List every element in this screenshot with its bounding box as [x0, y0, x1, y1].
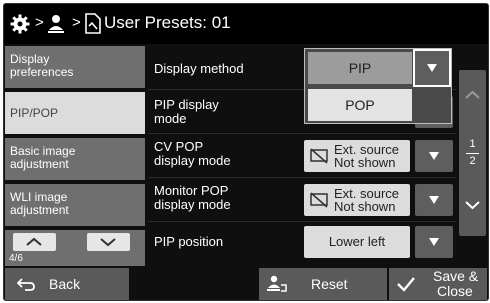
label-line: Monitor POP: [154, 183, 229, 198]
chevron-up-icon: [26, 237, 42, 246]
page-scroller: 1 2: [459, 70, 486, 236]
row-divider: [148, 221, 456, 222]
pip-position-label: PIP position: [154, 234, 224, 249]
monitor-pop-display-mode-arrow-button[interactable]: [415, 184, 453, 216]
sidebar-page-up-button[interactable]: [13, 233, 56, 251]
cv-pop-display-mode-arrow-button[interactable]: [415, 140, 453, 172]
chevron-down-icon: [100, 238, 116, 247]
page-current: 1: [469, 138, 476, 150]
back-arrow-icon: [17, 278, 35, 291]
label-line: mode: [154, 111, 187, 126]
sidebar-page-down-button[interactable]: [87, 233, 130, 251]
value-line: Not shown: [334, 199, 396, 214]
breadcrumb-separator: >: [35, 14, 44, 31]
page-title: User Presets: 01: [104, 13, 231, 32]
chevron-down-icon[interactable]: [463, 198, 482, 212]
footer-bar: Back Reset Save & Close: [4, 268, 488, 300]
reset-button[interactable]: Reset: [259, 268, 387, 300]
page-total: 2: [469, 155, 476, 167]
label-line: display mode: [154, 197, 231, 212]
save-label: Close: [437, 283, 473, 299]
save-and-close-button[interactable]: Save & Close: [389, 268, 487, 300]
cv-pop-display-mode-label: CV POP display mode: [154, 140, 231, 168]
sidebar-item-display-preferences[interactable]: Display preferences: [5, 46, 145, 88]
dropdown-option-pip[interactable]: PIP: [308, 52, 412, 84]
back-label: Back: [49, 276, 81, 292]
back-button[interactable]: Back: [5, 268, 129, 300]
sidebar-pager: 4/6: [5, 230, 145, 266]
sidebar-item-label: preferences: [10, 65, 74, 79]
monitor-pop-display-mode-field[interactable]: Ext. source Not shown: [304, 184, 410, 216]
reset-label: Reset: [311, 276, 348, 292]
breadcrumb-separator: >: [72, 14, 81, 31]
display-method-arrow-button[interactable]: [413, 49, 451, 87]
preset-screen: > > User Presets: 01 Display preferences…: [3, 3, 489, 301]
monitor-off-icon: [310, 192, 328, 208]
checkmark-icon: [397, 277, 415, 292]
sidebar-item-label: adjustment: [10, 203, 69, 217]
sidebar-page-indicator: 4/6: [9, 253, 23, 264]
pip-position-arrow-button[interactable]: [415, 226, 453, 258]
sidebar-item-wli-image-adjustment[interactable]: WLI image adjustment: [5, 184, 145, 226]
sidebar-item-label: adjustment: [10, 157, 69, 171]
monitor-off-icon: [310, 148, 328, 164]
user-reset-icon: [267, 275, 287, 292]
label-line: CV POP: [154, 139, 204, 154]
sidebar-item-label: PIP/POP: [10, 106, 59, 120]
display-method-label: Display method: [154, 61, 244, 76]
gear-icon[interactable]: [10, 14, 30, 34]
cv-pop-display-mode-field[interactable]: Ext. source Not shown: [304, 140, 410, 172]
page-divider: [466, 153, 479, 154]
row-divider: [148, 177, 456, 178]
label-line: PIP display: [154, 97, 219, 112]
display-method-dropdown: PIP POP: [304, 48, 452, 124]
chevron-up-icon[interactable]: [463, 88, 482, 102]
pip-position-field[interactable]: Lower left: [304, 226, 410, 258]
row-divider: [148, 133, 456, 134]
preset-page-icon: [85, 13, 101, 34]
pip-display-mode-label: PIP display mode: [154, 98, 219, 126]
user-icon[interactable]: [48, 14, 66, 34]
dropdown-option-pop[interactable]: POP: [308, 89, 412, 121]
header-bar: > > User Presets: 01: [4, 4, 488, 44]
label-line: display mode: [154, 153, 231, 168]
value-line: Not shown: [334, 155, 396, 170]
monitor-pop-display-mode-label: Monitor POP display mode: [154, 184, 231, 212]
sidebar-item-pip-pop[interactable]: PIP/POP: [5, 92, 145, 134]
sidebar-item-basic-image-adjustment[interactable]: Basic image adjustment: [5, 138, 145, 180]
save-label: Save &: [433, 268, 479, 284]
